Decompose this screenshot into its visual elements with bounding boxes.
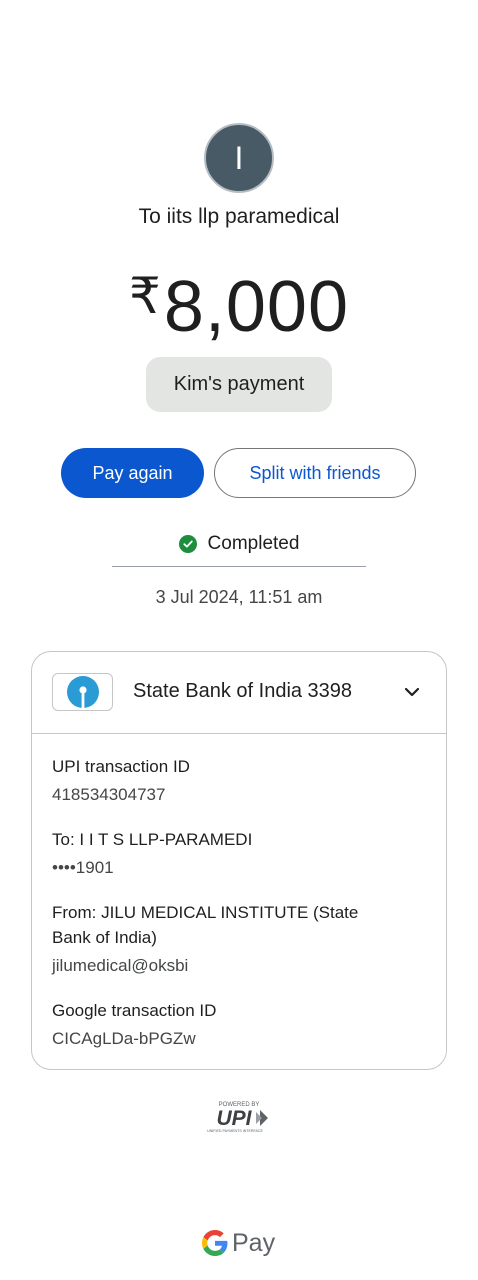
bank-account-name: State Bank of India 3398: [133, 680, 353, 702]
amount-value: 8,000: [163, 267, 349, 347]
to-account-value: ••••1901: [52, 858, 114, 877]
upi-transaction-id-value: 418534304737: [52, 785, 166, 804]
check-circle-icon: [178, 535, 197, 553]
recipient-avatar: I: [204, 123, 274, 193]
gpay-label: Pay: [232, 1228, 276, 1257]
google-transaction-id-value: CICAgLDa-bPGZw: [52, 1029, 196, 1048]
upi-brand-text: UPI: [216, 1107, 252, 1130]
currency-symbol: ₹: [129, 268, 162, 324]
from-account-label-cont: Bank of India): [52, 928, 157, 947]
bank-account-row[interactable]: State Bank of India 3398: [32, 652, 446, 734]
recipient-name: To iits llp paramedical: [138, 205, 340, 228]
status-text: Completed: [207, 533, 300, 554]
transaction-datetime: 3 Jul 2024, 11:51 am: [155, 587, 323, 607]
from-account-label: From: JILU MEDICAL INSTITUTE (State: [52, 903, 359, 922]
google-transaction-id-label: Google transaction ID: [52, 1001, 217, 1020]
sbi-logo-icon: [66, 676, 99, 708]
payment-note: Kim's payment: [146, 357, 332, 412]
transaction-details-card: State Bank of India 3398 UPI transaction…: [31, 651, 447, 1070]
upi-tagline-text: UNIFIED PAYMENTS INTERFACE: [207, 1129, 263, 1133]
upi-logo: POWERED BY UPI UNIFIED PAYMENTS INTERFAC…: [207, 1102, 268, 1133]
upi-transaction-id-label: UPI transaction ID: [52, 757, 190, 776]
to-account-label: To: I I T S LLP-PARAMEDI: [52, 830, 253, 849]
divider: [112, 566, 366, 567]
bank-logo-box: [52, 673, 113, 711]
chevron-down-icon[interactable]: [402, 682, 422, 702]
split-with-friends-button[interactable]: Split with friends: [214, 448, 416, 498]
pay-again-button[interactable]: Pay again: [61, 448, 204, 498]
google-pay-logo: Pay: [202, 1226, 275, 1260]
google-g-icon: [202, 1230, 228, 1256]
from-account-value: jilumedical@oksbi: [52, 956, 189, 975]
avatar-initial: I: [234, 139, 244, 176]
status-row: Completed: [0, 533, 478, 555]
payment-amount: ₹8,000: [0, 256, 478, 347]
